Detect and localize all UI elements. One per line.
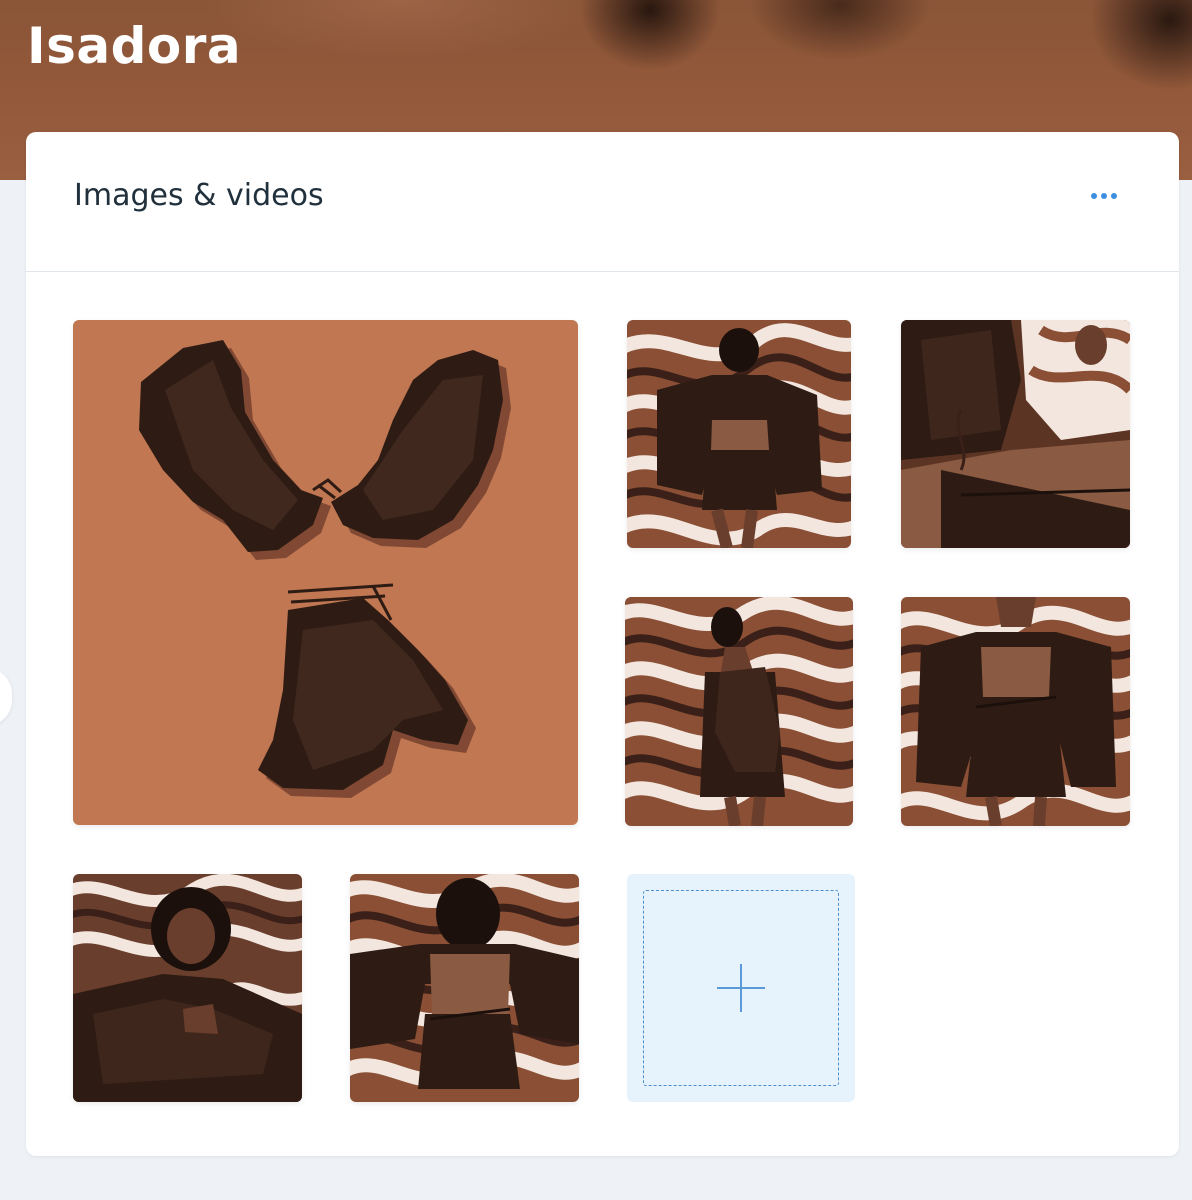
media-card-header: Images & videos (26, 132, 1179, 272)
gallery-thumbnail (73, 874, 302, 1102)
gallery-thumbnail (627, 320, 851, 548)
gallery-item[interactable] (350, 874, 579, 1102)
side-panel-handle[interactable] (0, 668, 12, 726)
gallery-thumbnail (901, 597, 1130, 826)
gallery-thumbnail (901, 320, 1130, 548)
more-options-button[interactable] (1082, 178, 1126, 214)
gallery-item[interactable] (627, 320, 851, 548)
media-card-title: Images & videos (74, 178, 324, 213)
gallery-item[interactable] (901, 320, 1130, 548)
gallery-thumbnail (73, 320, 578, 825)
media-card: Images & videos (26, 132, 1179, 1156)
gallery-thumbnail (625, 597, 853, 826)
add-media-button[interactable] (627, 874, 855, 1102)
gallery-item[interactable] (901, 597, 1130, 826)
gallery-thumbnail (350, 874, 579, 1102)
gallery-item[interactable] (73, 874, 302, 1102)
gallery-item[interactable] (625, 597, 853, 826)
more-horizontal-icon (1091, 193, 1117, 199)
gallery-item[interactable] (73, 320, 578, 825)
page-title: Isadora (27, 17, 242, 75)
